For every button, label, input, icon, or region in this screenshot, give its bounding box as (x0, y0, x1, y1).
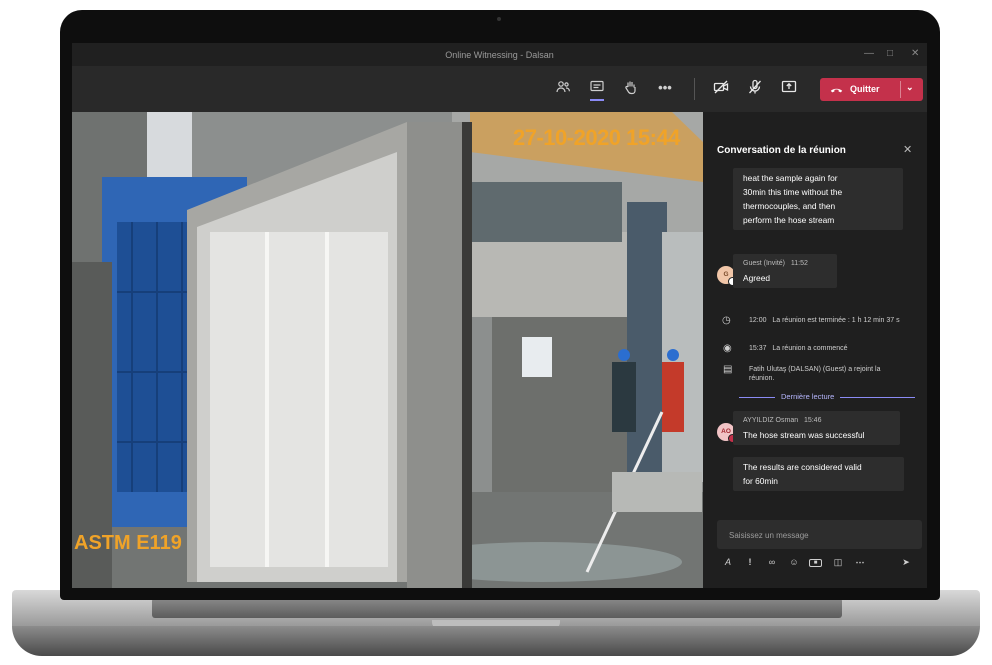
event-time: 15:37 (749, 345, 767, 352)
toolbar-separator (694, 78, 695, 100)
attach-icon[interactable]: ∞ (765, 557, 779, 567)
event-time: 12:00 (749, 317, 767, 324)
sender-name: AYYILDIZ Osman (743, 417, 799, 424)
leave-button[interactable]: Quitter ⌄ (820, 78, 923, 101)
mic-off-icon[interactable] (746, 79, 764, 97)
minimize-icon[interactable]: — (864, 48, 874, 59)
sticker-icon[interactable]: ◫ (831, 557, 845, 568)
emoji-icon[interactable]: ☺ (787, 557, 801, 567)
video-feed: 27-10-2020 15:44 ASTM E119 (72, 112, 703, 588)
meeting-ended-icon: ◷ (722, 315, 731, 326)
event-text: Fatih Ulutaş (DALSAN) (Guest) a rejoint … (749, 366, 881, 382)
event-text: La réunion est terminée : 1 h 12 min 37 … (772, 317, 900, 324)
message-time: 15:46 (803, 417, 822, 424)
message-line: 30min this time without the (743, 187, 843, 197)
webcam (497, 17, 501, 21)
raise-hand-icon[interactable] (622, 79, 640, 97)
factory-scene (72, 112, 703, 588)
chat-message: Guest (Invité) 11:52 Agreed (733, 254, 837, 288)
more-options-icon[interactable]: ⋯ (853, 557, 867, 568)
message-line: perform the hose stream (743, 215, 835, 225)
laptop-base (12, 590, 980, 660)
chat-active-indicator (590, 99, 604, 101)
chat-message: The results are considered valid for 60m… (733, 457, 904, 491)
format-icon[interactable]: A (721, 557, 735, 567)
close-window-icon[interactable]: ✕ (911, 48, 919, 59)
meeting-started-icon: ◉ (723, 343, 732, 354)
chat-title: Conversation de la réunion (717, 145, 846, 156)
sender-name: Guest (Invité) (743, 260, 786, 267)
important-icon[interactable]: ! (743, 557, 757, 567)
laptop-bezel: Online Witnessing - Dalsan — □ ✕ ••• Qui… (60, 10, 940, 600)
camera-off-icon[interactable] (712, 79, 730, 97)
hang-up-icon (830, 83, 843, 96)
compose-box (717, 520, 922, 551)
message-line: for 60min (743, 476, 778, 486)
more-icon[interactable]: ••• (656, 79, 674, 97)
title-bar: Online Witnessing - Dalsan — □ ✕ (72, 43, 927, 66)
participant-joined-icon: ▤ (723, 364, 733, 375)
chat-message: AYYILDIZ Osman 15:46 The hose stream was… (733, 411, 900, 445)
message-text: Agreed (743, 273, 771, 283)
last-read-label: Dernière lecture (775, 392, 841, 401)
share-screen-icon[interactable] (780, 79, 798, 97)
maximize-icon[interactable]: □ (887, 48, 893, 59)
chevron-down-icon[interactable]: ⌄ (906, 82, 914, 93)
laptop-bottom (12, 626, 980, 656)
video-timestamp: 27-10-2020 15:44 (513, 125, 680, 150)
close-icon[interactable]: ✕ (903, 143, 912, 156)
message-time: 11:52 (790, 260, 808, 267)
keyboard (152, 598, 842, 618)
meeting-toolbar: ••• Quitter ⌄ (72, 66, 927, 112)
message-input[interactable] (717, 520, 916, 551)
teams-window: Online Witnessing - Dalsan — □ ✕ ••• Qui… (72, 43, 927, 588)
leave-split (900, 81, 901, 98)
message-text: The hose stream was successful (743, 430, 865, 440)
participants-icon[interactable] (554, 79, 572, 97)
chat-icon[interactable] (588, 79, 606, 101)
chat-message: heat the sample again for 30min this tim… (733, 168, 903, 230)
gif-icon[interactable]: ■ (809, 559, 822, 567)
window-title: Online Witnessing - Dalsan (445, 50, 554, 60)
message-line: thermocouples, and then (743, 201, 836, 211)
leave-label: Quitter (850, 84, 880, 94)
event-text: La réunion a commencé (772, 345, 848, 352)
video-overlay-label: ASTM E119 (74, 532, 182, 554)
chat-panel: Conversation de la réunion ✕ heat the sa… (703, 112, 927, 588)
message-line: The results are considered valid (743, 462, 862, 472)
message-line: heat the sample again for (743, 173, 838, 183)
send-icon[interactable]: ➤ (899, 557, 913, 568)
